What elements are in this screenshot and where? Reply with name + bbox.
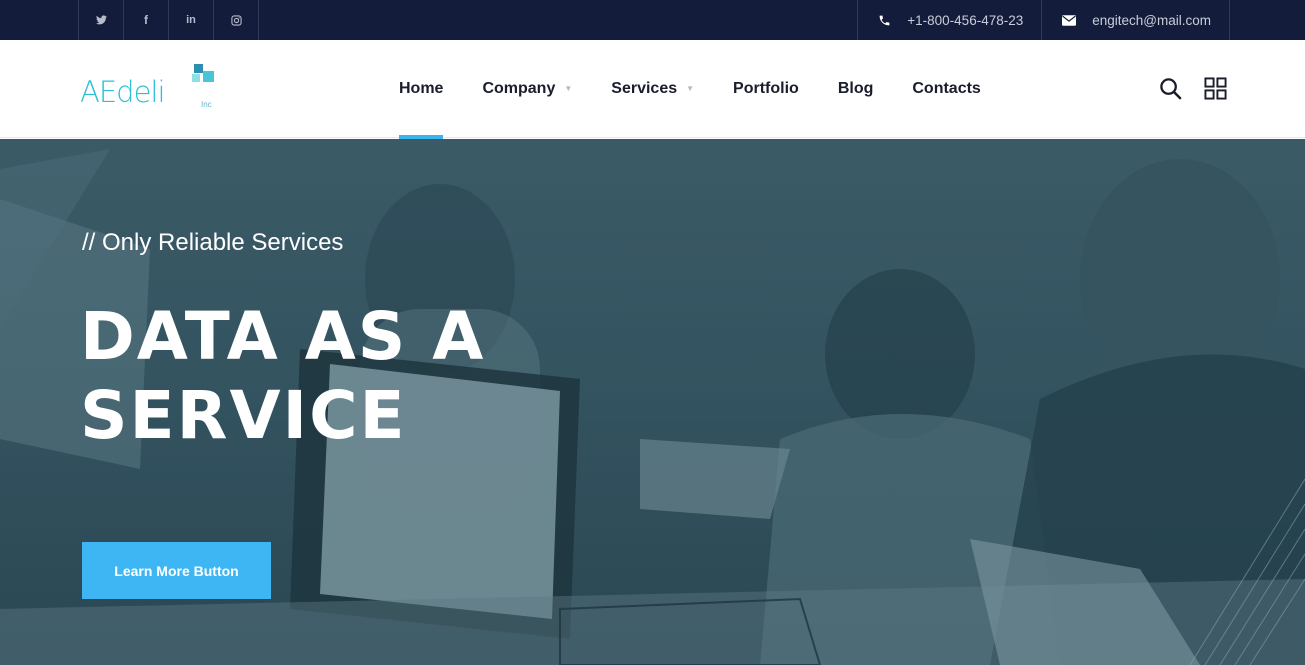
logo-mark-square: [203, 71, 214, 82]
caret-down-icon: ▼: [564, 83, 573, 93]
phone-icon: [879, 15, 890, 25]
side-panel-button[interactable]: [1204, 77, 1227, 105]
header-actions: [1137, 77, 1227, 105]
search-button[interactable]: [1159, 77, 1182, 105]
logo-mark-square: [192, 74, 200, 82]
hero-headline: DATA AS A SERVICE: [80, 297, 680, 455]
nav-label: Home: [399, 80, 444, 97]
nav-label: Contacts: [912, 80, 981, 97]
phone-contact[interactable]: +1-800-456-478-23: [858, 0, 1043, 40]
linkedin-link[interactable]: in: [169, 0, 214, 40]
hero-banner: // Only Reliable Services DATA AS A SERV…: [0, 139, 1305, 665]
email-address: engitech@mail.com: [1092, 12, 1211, 28]
nav-item-services[interactable]: Services ▼: [611, 40, 694, 138]
hero-subtitle: // Only Reliable Services: [82, 229, 344, 256]
top-bar: f in +1-800-456-478-23 engitech@mail.com: [0, 0, 1305, 40]
headline-line-2: SERVICE: [80, 377, 407, 454]
nav-label: Portfolio: [733, 80, 799, 97]
nav-label: Services: [611, 80, 678, 97]
grid-menu-icon: [1204, 77, 1227, 100]
logo-text: AEdeli: [80, 75, 166, 109]
nav-item-blog[interactable]: Blog: [838, 40, 874, 138]
phone-number: +1-800-456-478-23: [907, 12, 1024, 28]
nav-label: Company: [482, 80, 556, 97]
caret-down-icon: ▼: [686, 83, 695, 93]
twitter-link[interactable]: [79, 0, 124, 40]
nav-item-home[interactable]: Home: [399, 40, 444, 139]
logo-suffix: Inc: [201, 100, 212, 109]
nav-item-portfolio[interactable]: Portfolio: [733, 40, 799, 138]
site-logo[interactable]: AEdeli Inc: [80, 62, 220, 117]
facebook-icon: f: [144, 13, 148, 27]
nav-label: Blog: [837, 80, 874, 97]
facebook-link[interactable]: f: [124, 0, 169, 40]
nav-item-contacts[interactable]: Contacts: [912, 40, 980, 138]
envelope-icon: [1062, 14, 1077, 26]
instagram-icon: [230, 14, 242, 26]
email-contact[interactable]: engitech@mail.com: [1042, 0, 1230, 40]
search-icon: [1160, 78, 1182, 100]
logo-mark: [194, 64, 203, 73]
linkedin-icon: in: [186, 14, 196, 26]
contact-info: +1-800-456-478-23 engitech@mail.com: [857, 0, 1230, 40]
main-navigation: Home Company ▼ Services ▼ Portfolio Blog…: [399, 40, 1020, 139]
headline-line-1: DATA AS A: [80, 298, 486, 375]
nav-item-company[interactable]: Company ▼: [482, 40, 572, 138]
social-links: f in: [78, 0, 259, 40]
main-header: AEdeli Inc Home Company ▼ Services ▼ Por…: [0, 40, 1305, 139]
twitter-icon: [95, 15, 107, 25]
learn-more-button[interactable]: Learn More Button: [82, 542, 271, 599]
instagram-link[interactable]: [214, 0, 259, 40]
